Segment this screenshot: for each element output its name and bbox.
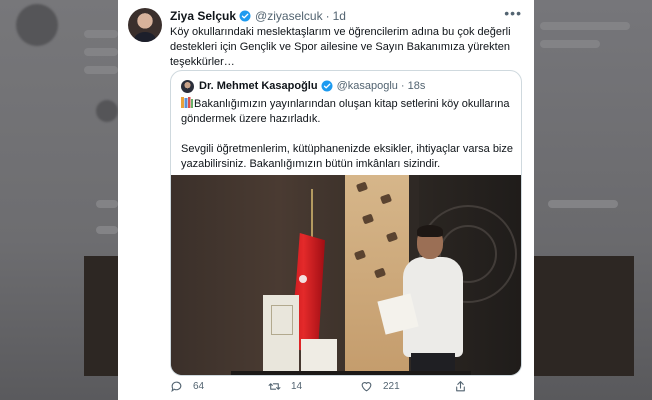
blurred-text [84, 30, 118, 38]
retweet-icon [268, 383, 281, 390]
tweet-actions: 64 14 221 [170, 380, 522, 396]
retweet-button[interactable]: 14 [268, 380, 302, 393]
blurred-photo [84, 256, 118, 376]
quoted-author-name: Dr. Mehmet Kasapoğlu [199, 80, 318, 92]
reply-button[interactable]: 64 [170, 380, 204, 393]
blurred-text [548, 200, 618, 208]
verified-badge-icon [239, 10, 251, 22]
tweet-card[interactable]: Ziya Selçuk @ziyaselcuk · 1d ••• Köy oku… [118, 0, 534, 400]
more-icon[interactable]: ••• [504, 5, 522, 21]
quoted-author-avatar [181, 80, 194, 93]
author-handle[interactable]: @ziyaselcuk [255, 9, 323, 23]
quoted-tweet-timestamp: 18s [407, 80, 426, 92]
separator-dot: · [400, 80, 405, 92]
flag-crescent [299, 275, 307, 283]
blurred-avatar [16, 4, 58, 46]
tweet-timestamp[interactable]: 1d [333, 9, 346, 23]
quoted-tweet-text: Bakanlığımızın yayınlarından oluşan kita… [181, 97, 515, 172]
like-button[interactable]: 221 [360, 380, 400, 393]
retweet-count: 14 [291, 381, 303, 392]
blurred-text [96, 226, 118, 234]
blurred-text [540, 22, 630, 30]
tweet-photo[interactable] [171, 175, 521, 375]
blurred-photo [534, 256, 634, 376]
separator-dot: · [325, 9, 330, 23]
blurred-text [84, 48, 118, 56]
blurred-text [96, 200, 118, 208]
verified-badge-icon [321, 80, 333, 92]
quoted-paragraph-2: Sevgili öğretmenlerim, kütüphanenizde ek… [181, 143, 513, 170]
quoted-paragraph-1-text: Bakanlığımızın yayınlarından oluşan kita… [181, 98, 510, 125]
quoted-tweet-header: Dr. Mehmet Kasapoğlu @kasapoglu · 18s [199, 80, 425, 92]
desk [231, 371, 471, 375]
like-count: 221 [383, 381, 400, 392]
person-hair [417, 225, 443, 237]
tweet-text: Köy okullarındaki meslektaşlarım ve öğre… [170, 26, 511, 68]
blurred-text [84, 66, 118, 74]
books-icon [181, 97, 193, 108]
quoted-author-handle: @kasapoglu [336, 80, 398, 92]
share-icon [456, 381, 465, 392]
tweet-header: Ziya Selçuk @ziyaselcuk · 1d [170, 9, 346, 23]
author-avatar[interactable] [128, 8, 162, 42]
quoted-paragraph-1: Bakanlığımızın yayınlarından oluşan kita… [181, 97, 515, 127]
reply-icon [171, 381, 182, 393]
blurred-avatar [96, 100, 118, 122]
reply-count: 64 [193, 381, 205, 392]
author-name[interactable]: Ziya Selçuk [170, 9, 236, 23]
book-box [301, 339, 337, 375]
book-box [263, 295, 299, 371]
like-icon [361, 382, 372, 392]
quoted-tweet[interactable]: Dr. Mehmet Kasapoğlu @kasapoglu · 18s Ba… [170, 70, 522, 376]
share-button[interactable] [454, 380, 477, 393]
blurred-text [540, 40, 600, 48]
